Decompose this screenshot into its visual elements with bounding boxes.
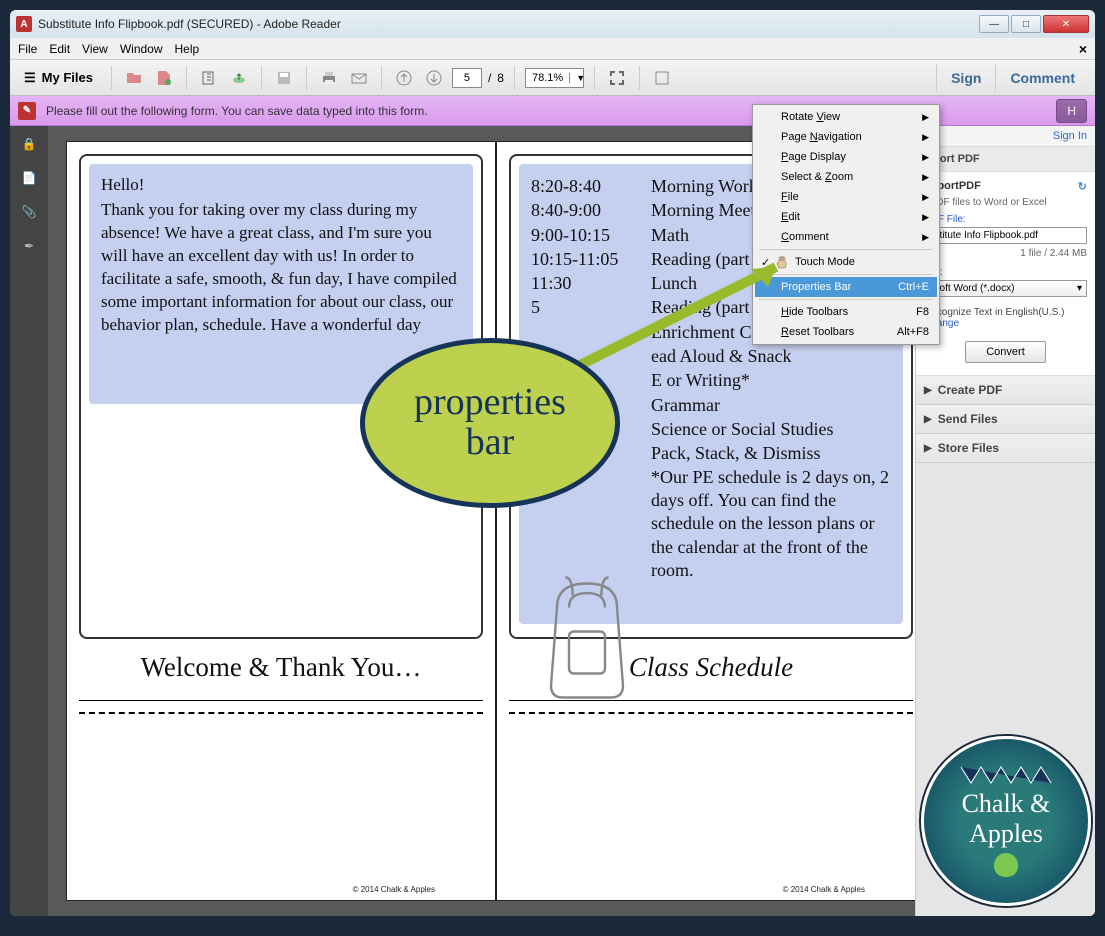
export-pdf-header[interactable]: ▼ort PDF	[916, 147, 1095, 172]
store-files-row[interactable]: ▶Store Files	[916, 434, 1095, 463]
hello-text: Hello!	[101, 174, 461, 197]
zoom-select[interactable]: 78.1% ▼	[525, 68, 584, 88]
hamburger-icon: ☰	[24, 70, 36, 86]
annotation-callout: properties bar	[360, 338, 620, 508]
signin-link[interactable]: Sign In	[916, 126, 1095, 147]
print-icon[interactable]	[317, 66, 341, 90]
create-pdf-row[interactable]: ▶Create PDF	[916, 376, 1095, 405]
attachment-icon[interactable]: 📎	[19, 202, 39, 222]
pdf-file-label: PDF File:	[924, 214, 1087, 225]
maximize-button[interactable]: □	[1011, 15, 1041, 33]
page2-title: Class Schedule	[497, 652, 915, 683]
page-down-icon[interactable]	[422, 66, 446, 90]
convert-to-select[interactable]: osoft Word (*.docx)▾	[924, 280, 1087, 297]
window-title: Substitute Info Flipbook.pdf (SECURED) -…	[38, 17, 341, 31]
export-icon[interactable]	[197, 66, 221, 90]
cloud-icon[interactable]	[227, 66, 251, 90]
left-nav-strip: 🔒 📄 📎 ✒	[10, 126, 48, 916]
convert-button[interactable]: Convert	[965, 341, 1046, 363]
send-files-row[interactable]: ▶Send Files	[916, 405, 1095, 434]
create-icon[interactable]	[152, 66, 176, 90]
pdf-icon: ✎	[18, 102, 36, 120]
page-total: 8	[497, 71, 504, 85]
cm-select-zoom[interactable]: Select & Zoom▶	[755, 167, 937, 187]
minimize-button[interactable]: —	[979, 15, 1009, 33]
refresh-icon[interactable]: ↻	[1078, 180, 1087, 193]
signature-icon[interactable]: ✒	[19, 236, 39, 256]
export-sub: t PDF files to Word or Excel	[924, 197, 1087, 208]
body-text: Thank you for taking over my class durin…	[101, 199, 461, 337]
fit-icon[interactable]	[605, 66, 629, 90]
menu-help[interactable]: Help	[175, 42, 200, 56]
file-meta: 1 file / 2.44 MB	[924, 248, 1087, 259]
cm-reset-toolbars[interactable]: Reset ToolbarsAlt+F8	[755, 322, 937, 342]
cm-file[interactable]: File▶	[755, 187, 937, 207]
tab-sign[interactable]: Sign	[936, 64, 995, 92]
view-context-menu: Rotate View▶ Page Navigation▶ Page Displ…	[752, 104, 940, 345]
main-toolbar: ☰ My Files / 8 78.1% ▼ Sign Comment	[10, 60, 1095, 96]
cm-properties-bar[interactable]: Properties BarCtrl+E	[755, 277, 937, 297]
page-up-icon[interactable]	[392, 66, 416, 90]
title-bar: A Substitute Info Flipbook.pdf (SECURED)…	[10, 10, 1095, 38]
apple-icon	[994, 853, 1018, 877]
pdf-file-field[interactable]: bstitute Info Flipbook.pdf	[924, 227, 1087, 244]
recognize-text: Recognize Text in English(U.S.)	[924, 307, 1087, 318]
email-icon[interactable]	[347, 66, 371, 90]
info-message: Please fill out the following form. You …	[46, 104, 428, 118]
pdf-page-left: Hello! Thank you for taking over my clas…	[66, 141, 496, 901]
doc-close-button[interactable]: ×	[1079, 41, 1087, 57]
cm-edit[interactable]: Edit▶	[755, 207, 937, 227]
convert-to-label: t To:	[924, 267, 1087, 278]
menu-edit[interactable]: Edit	[49, 42, 70, 56]
pages-icon[interactable]: 📄	[19, 168, 39, 188]
pe-note: *Our PE schedule is 2 days on, 2 days of…	[651, 466, 891, 583]
menu-window[interactable]: Window	[120, 42, 163, 56]
cm-touch-mode[interactable]: ✓Touch Mode	[755, 252, 937, 272]
chalk-apples-logo: Chalk & Apples	[921, 736, 1091, 906]
lock-icon[interactable]: 🔒	[19, 134, 39, 154]
change-link[interactable]: Change	[924, 318, 1087, 329]
read-mode-icon[interactable]	[650, 66, 674, 90]
cm-page-nav[interactable]: Page Navigation▶	[755, 127, 937, 147]
menu-file[interactable]: File	[18, 42, 37, 56]
highlight-fields-button[interactable]: H	[1056, 99, 1087, 123]
cm-rotate[interactable]: Rotate View▶	[755, 107, 937, 127]
cm-hide-toolbars[interactable]: Hide ToolbarsF8	[755, 302, 937, 322]
copyright-left: © 2014 Chalk & Apples	[353, 885, 435, 894]
menu-bar: File Edit View Window Help ×	[10, 38, 1095, 60]
chevron-down-icon: ▾	[1077, 283, 1082, 294]
cm-page-display[interactable]: Page Display▶	[755, 147, 937, 167]
open-icon[interactable]	[122, 66, 146, 90]
chevron-down-icon: ▼	[569, 73, 583, 83]
page1-title: Welcome & Thank You…	[67, 652, 495, 683]
page-number-input[interactable]	[452, 68, 482, 88]
tab-comment[interactable]: Comment	[995, 64, 1089, 92]
backpack-icon	[527, 570, 647, 705]
page-sep: /	[488, 71, 491, 85]
save-icon[interactable]	[272, 66, 296, 90]
copyright-right: © 2014 Chalk & Apples	[783, 885, 865, 894]
cm-comment[interactable]: Comment▶	[755, 227, 937, 247]
close-button[interactable]: ✕	[1043, 15, 1089, 33]
app-icon: A	[16, 16, 32, 32]
hand-icon	[775, 255, 789, 269]
myfiles-button[interactable]: ☰ My Files	[16, 70, 101, 86]
menu-view[interactable]: View	[82, 42, 108, 56]
